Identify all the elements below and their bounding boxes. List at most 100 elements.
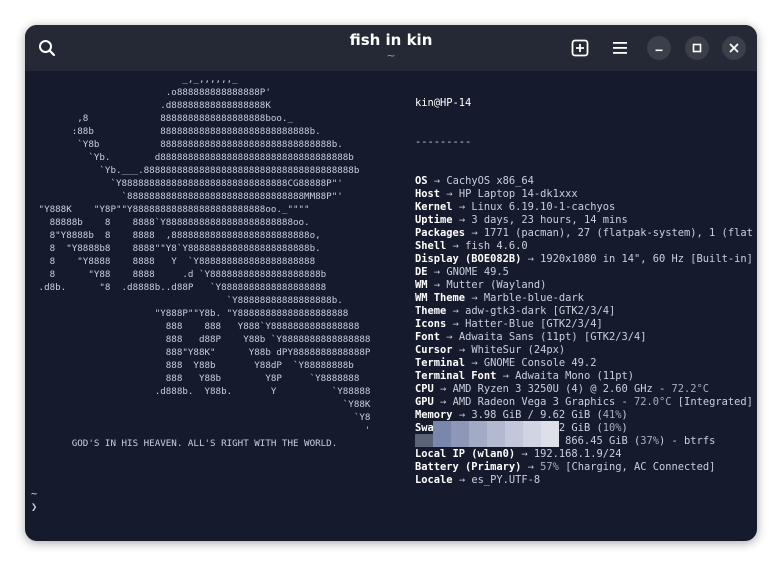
minimize-button[interactable] [647,36,671,60]
ascii-art-line: `Y8 [33,412,371,423]
ascii-art-line: `Y88K [33,399,371,410]
ascii-art-line: 8 "Y88 8888 .d `Y88888888888888888888b [33,269,327,280]
info-key: GPU [415,396,434,408]
ascii-art-line: .d888b. Y88b. Y `Y88888 [33,386,371,397]
info-value: Adwaita Sans (11pt) [GTK2/3/4] [458,331,647,343]
info-value: Hatter-Blue [GTK2/3/4] [465,318,603,330]
arrow-icon: → [446,331,453,343]
arrow-icon: → [458,214,466,226]
arrow-icon: → [521,448,528,460]
info-row: Display (BOE082B) → 1920x1080 in 14", 60… [415,253,753,266]
ascii-art-line: 88888b 8 8888`Y88888888888888888888888oo… [33,217,310,228]
info-row: Font → Adwaita Sans (11pt) [GTK2/3/4] [415,331,753,344]
info-value-suffix: ) - btrfs [659,435,716,447]
ascii-art-line: GOD'S IN HIS HEAVEN. ALL'S RIGHT WITH TH… [33,438,338,449]
info-row: Theme → adw-gtk3-dark [GTK2/3/4] [415,305,753,318]
arrow-icon: → [471,227,478,239]
info-key: Packages [415,227,466,239]
arrow-icon: → [446,188,453,200]
info-row: Locale → es_PY.UTF-8 [415,474,753,487]
info-row: Icons → Hatter-Blue [GTK2/3/4] [415,318,753,331]
palette-swatch [523,421,541,447]
user-host-header: kin@HP-14 [415,97,472,109]
info-key: Display (BOE082B) [415,253,522,265]
palette-swatch [505,421,523,447]
palette-swatch [433,421,451,447]
info-value: 3.98 GiB / 9.62 GiB ( [471,409,603,421]
info-key: Battery (Primary) [415,461,522,473]
info-row: Terminal → GNOME Console 49.2 [415,357,753,370]
ascii-art-line: `Yb. d8888888888888888888888888888888888… [33,152,354,163]
info-value: Linux 6.19.10-1-cachyos [471,201,616,213]
info-value-highlight: 72.2°C [671,383,710,395]
ascii-art-line: `Y888888888888888888888888888888CG88888P… [33,178,343,189]
info-row: Local IP (wlan0) → 192.168.1.9/24 [415,448,753,461]
info-value: fish 4.6.0 [465,240,528,252]
info-value: AMD Radeon Vega 3 Graphics - [452,396,634,408]
info-key: Icons [415,318,447,330]
info-value: AMD Ryzen 3 3250U (4) @ 2.60 GHz - [452,383,672,395]
header-separator: --------- [415,136,472,148]
info-row: Terminal Font → Adwaita Mono (11pt) [415,370,753,383]
shell-prompt[interactable]: ~ ❯ [31,488,37,514]
info-key: Terminal [415,357,466,369]
ascii-art-line: 8"Y8888b 8 8888 ,88888888888888888888888… [33,230,321,241]
info-key: OS [415,175,428,187]
info-value: Mutter (Wayland) [446,279,547,291]
ascii-art-line: 888 d88P Y88b `Y8888888888888888 [33,334,371,345]
info-row: Battery (Primary) → 57% [Charging, AC Co… [415,461,753,474]
info-key: Font [415,331,441,343]
info-key: Locale [415,474,453,486]
info-value-highlight: 72.0°C [634,396,672,408]
close-button[interactable] [722,36,746,60]
info-value: HP Laptop 14-dk1xxx [458,188,578,200]
ascii-art-line: `Yb.___.88888888888888888888888888888888… [33,165,360,176]
info-key: WM Theme [415,292,466,304]
arrow-icon: → [458,474,466,486]
arrow-icon: → [458,409,466,421]
info-value: 192.168.1.9/24 [533,448,622,460]
ascii-art-line: .d88888888888888888K [33,100,271,111]
ascii-art-line: `Y8b 8888888888888888888888888888888b. [33,139,343,150]
arrow-icon: → [433,266,441,278]
header-bar: fish in kin ~ [25,25,757,71]
arrow-icon: → [502,370,509,382]
arrow-icon: → [452,318,459,330]
arrow-icon: → [458,344,466,356]
info-row: Shell → fish 4.6.0 [415,240,753,253]
info-value: 1771 (pacman), 27 (flatpak-system), 1 (f… [483,227,753,239]
info-value: GNOME 49.5 [446,266,509,278]
main-menu-button[interactable] [608,36,632,60]
arrow-icon: → [440,396,447,408]
ascii-art-line: "Y888K "Y8P""Y888888888888888888888888oo… [33,204,310,215]
ascii-art-line: :88b 888888888888888888888888888b. [33,126,321,137]
info-value-highlight: 37% [640,435,660,447]
info-key: WM [415,279,428,291]
arrow-icon: → [471,292,478,304]
ascii-art-line: .o888888888888888P' [33,87,271,98]
info-value: es_PY.UTF-8 [471,474,541,486]
maximize-button[interactable] [685,36,709,60]
info-key: Kernel [415,201,453,213]
ascii-art-line: 888"Y88K" Y88b dPY8888888888888P [33,347,371,358]
prompt-cwd: ~ [31,488,38,500]
prompt-caret: ❯ [31,501,38,513]
hamburger-menu-icon [613,42,627,54]
palette-swatch [487,421,505,447]
terminal-area[interactable]: _,_,,,,,,_ .o888888888888888P' .d8888888… [25,71,757,541]
info-value: Adwaita Mono (11pt) [515,370,634,382]
arrow-icon: → [458,201,466,213]
arrow-icon: → [527,253,534,265]
info-key: Terminal Font [415,370,497,382]
info-row: Uptime → 3 days, 23 hours, 14 mins [415,214,753,227]
info-key: Theme [415,305,447,317]
new-tab-button[interactable] [568,36,592,60]
ascii-art-line: 888 Y88b Y8P `Y8888888 [33,373,360,384]
info-value-highlight: 10% [602,422,622,434]
ascii-art-line: `Y88888888888888888b. [33,295,343,306]
ascii-art-line: 888 888 Y888`Y8888888888888888 [33,321,360,332]
info-row: Packages → 1771 (pacman), 27 (flatpak-sy… [415,227,753,240]
ascii-art-line: 888 Y88b Y88dP `Y88888888b [33,360,354,371]
ascii-art-line: .d8b. "8 .d8888b..d88P `Y888888888888888… [33,282,327,293]
info-row: GPU → AMD Radeon Vega 3 Graphics - 72.0°… [415,396,753,409]
